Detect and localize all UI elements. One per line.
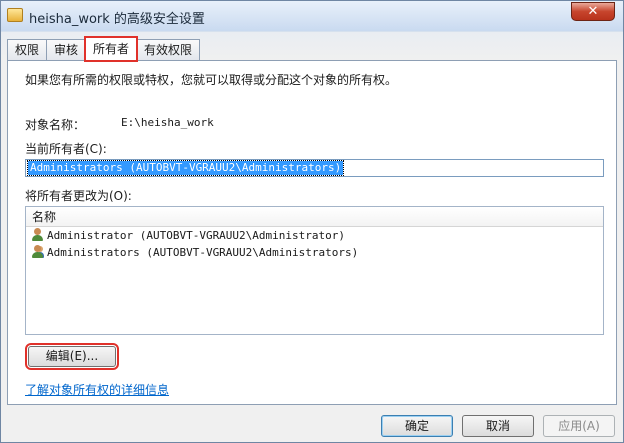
security-dialog: heisha_work 的高级安全设置 ✕ 权限 审核 所有者 有效权限 如果您…: [0, 0, 624, 443]
list-item-label: Administrators (AUTOBVT-VGRAUU2\Administ…: [47, 246, 359, 259]
object-name-label: 对象名称：: [25, 118, 86, 132]
edit-button[interactable]: 编辑(E)...: [25, 343, 119, 370]
list-item-label: Administrator (AUTOBVT-VGRAUU2\Administr…: [47, 229, 346, 242]
object-name-value: E:\heisha_work: [121, 116, 214, 129]
cancel-button[interactable]: 取消: [462, 415, 534, 437]
tab-auditing[interactable]: 审核: [46, 39, 87, 61]
group-icon: [31, 245, 44, 258]
ok-button[interactable]: 确定: [381, 415, 453, 437]
list-item[interactable]: Administrator (AUTOBVT-VGRAUU2\Administr…: [26, 227, 603, 244]
current-owner-value: Administrators (AUTOBVT-VGRAUU2\Administ…: [26, 160, 345, 176]
apply-button[interactable]: 应用(A): [543, 415, 615, 437]
owner-panel: 如果您有所需的权限或特权，您就可以取得或分配这个对象的所有权。 对象名称： E:…: [7, 60, 617, 405]
tab-owner[interactable]: 所有者: [84, 36, 139, 62]
list-item[interactable]: Administrators (AUTOBVT-VGRAUU2\Administ…: [26, 244, 603, 261]
title-bar: heisha_work 的高级安全设置 ✕: [1, 1, 623, 31]
close-button[interactable]: ✕: [571, 2, 615, 21]
learn-more-link[interactable]: 了解对象所有权的详细信息: [25, 381, 169, 398]
tab-effective-permissions[interactable]: 有效权限: [136, 39, 201, 61]
tab-permissions[interactable]: 权限: [7, 39, 48, 61]
window-title: heisha_work 的高级安全设置: [29, 12, 205, 27]
owner-candidate-list[interactable]: 名称 Administrator (AUTOBVT-VGRAUU2\Admini…: [25, 206, 604, 335]
folder-icon: [7, 8, 23, 22]
tab-strip: 权限 审核 所有者 有效权限: [7, 36, 201, 62]
user-icon: [31, 228, 44, 241]
current-owner-label: 当前所有者(C):: [25, 142, 107, 156]
current-owner-field[interactable]: Administrators (AUTOBVT-VGRAUU2\Administ…: [25, 159, 604, 177]
name-column-header[interactable]: 名称: [26, 207, 603, 227]
owner-description: 如果您有所需的权限或特权，您就可以取得或分配这个对象的所有权。: [25, 73, 398, 87]
change-owner-label: 将所有者更改为(O):: [25, 189, 132, 203]
